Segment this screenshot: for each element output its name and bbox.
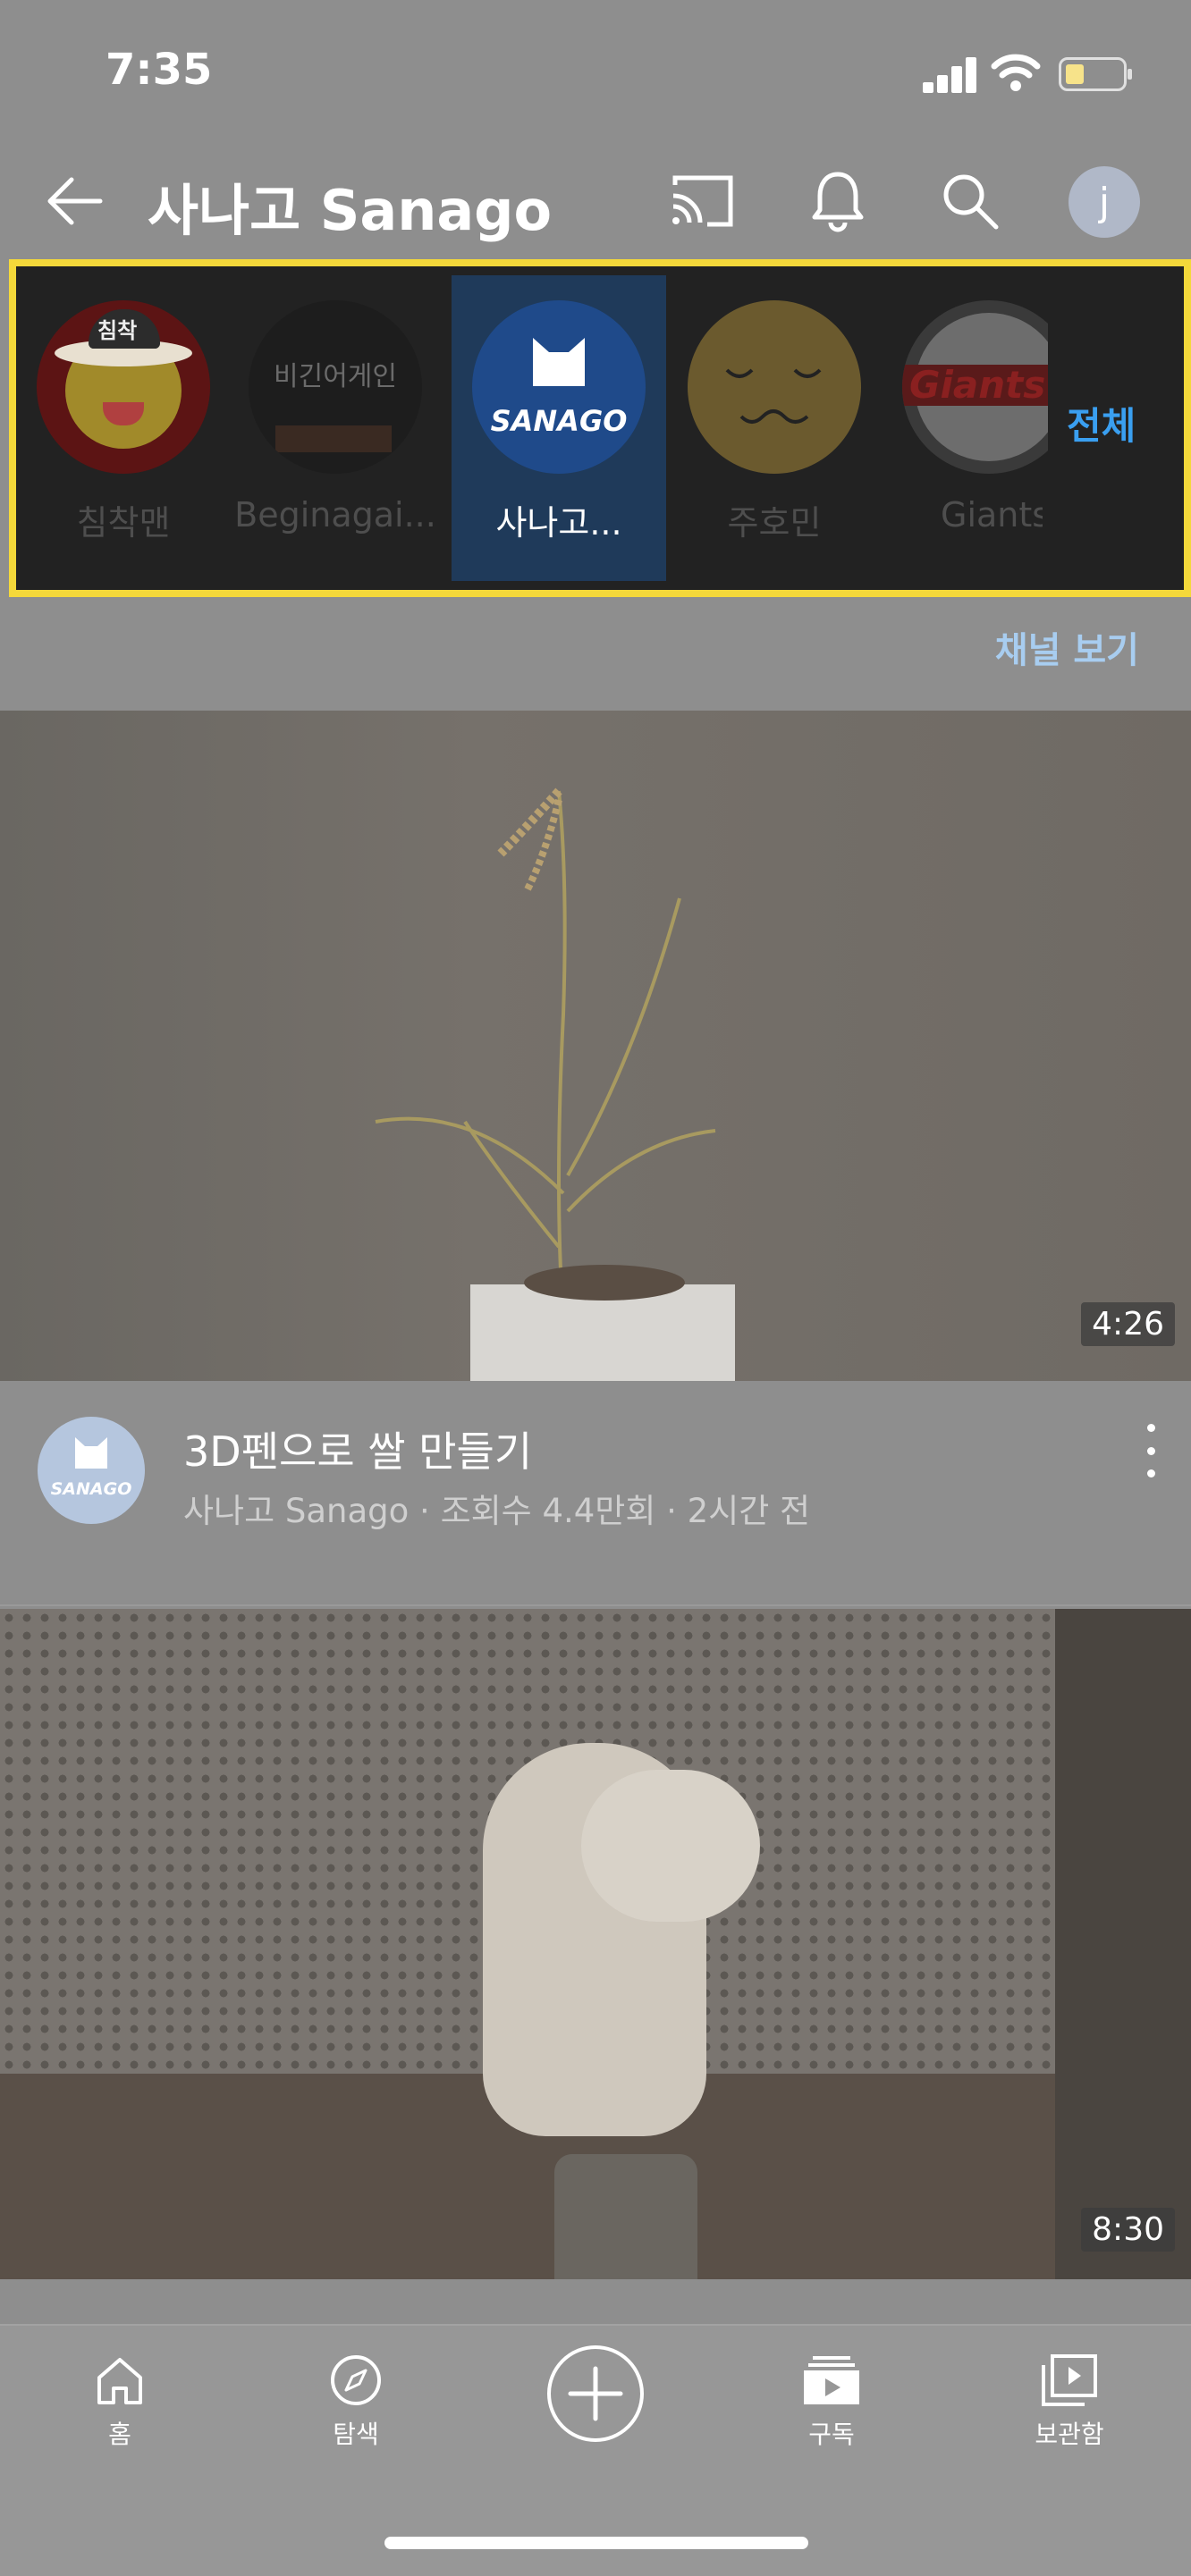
subscription-channel-item[interactable]: 주호민 [667,275,882,581]
subscriptions-icon [804,2356,859,2404]
video-title[interactable]: 3D펜으로 쌀 만들기 [183,1419,532,1478]
home-icon [97,2358,142,2404]
subscription-channel-item[interactable]: 침착 침착맨 [16,275,231,581]
face-drawing-icon [725,368,822,424]
library-icon [1042,2354,1097,2406]
stone [524,1265,685,1301]
cast-icon[interactable] [662,161,742,241]
notification-bell-icon[interactable] [798,161,878,241]
video-duration-badge: 8:30 [1081,2208,1175,2252]
subscription-channel-item[interactable]: Giants Giants [876,275,1048,581]
frame-edge [1055,1609,1191,2279]
channel-avatar: SANAGO [472,300,646,474]
account-avatar[interactable]: j [1069,166,1140,238]
nav-library[interactable]: 보관함 [980,2353,1159,2451]
channel-avatar: 침착 [37,300,210,474]
cellular-signal-icon [923,55,976,93]
channel-name: 사나고... [495,503,622,543]
nav-home[interactable]: 홈 [30,2353,209,2451]
figurine-visor [581,1770,760,1922]
search-icon[interactable] [930,161,1010,241]
channel-avatar [688,300,861,474]
view-channel-link[interactable]: 채널 보기 [995,621,1139,673]
page-title: 사나고 Sanago [148,178,553,243]
nav-label: 홈 [108,2420,131,2449]
nav-explore[interactable]: 탐색 [266,2353,445,2451]
channel-name: Giants [941,495,1043,535]
nav-label: 탐색 [333,2420,379,2449]
status-time: 7:35 [106,45,213,95]
nav-label: 보관함 [1035,2420,1104,2449]
channel-name: 주호민 [727,503,822,543]
subscription-channel-item[interactable]: 비긴어게인 Beginagai... [228,275,443,581]
cat-logo-icon [533,338,585,386]
channel-name: Beginagai... [234,495,436,535]
video-thumbnail[interactable]: 8:30 [0,1609,1191,2279]
add-icon [547,2345,644,2442]
compass-icon [331,2355,381,2405]
stand [554,2154,697,2279]
channel-avatar: Giants [902,300,1048,474]
more-options-icon[interactable] [1137,1424,1164,1477]
home-indicator [384,2537,808,2549]
back-arrow-icon[interactable] [45,175,104,227]
divider [0,1604,1191,1606]
channel-avatar[interactable]: SANAGO [38,1417,145,1524]
video-duration-badge: 4:26 [1081,1302,1175,1346]
all-channels-link[interactable]: 전체 [1067,396,1136,450]
video-meta: 사나고 Sanago · 조회수 4.4만회 · 2시간 전 [183,1492,811,1530]
nav-subscriptions[interactable]: 구독 [742,2353,921,2451]
wifi-icon [991,54,1041,91]
channel-avatar: 비긴어게인 [249,300,422,474]
battery-icon [1059,57,1132,91]
subscription-channel-strip: 침착 침착맨 비긴어게인 Beginagai... SANAGO 사나고... … [9,259,1191,597]
nav-label: 구독 [808,2420,855,2449]
cat-logo-icon [75,1437,107,1469]
subscription-channel-item-selected[interactable]: SANAGO 사나고... [452,275,666,581]
video-thumbnail[interactable]: 4:26 [0,711,1191,1381]
channel-name: 침착맨 [76,503,171,543]
nav-create[interactable] [506,2344,685,2444]
